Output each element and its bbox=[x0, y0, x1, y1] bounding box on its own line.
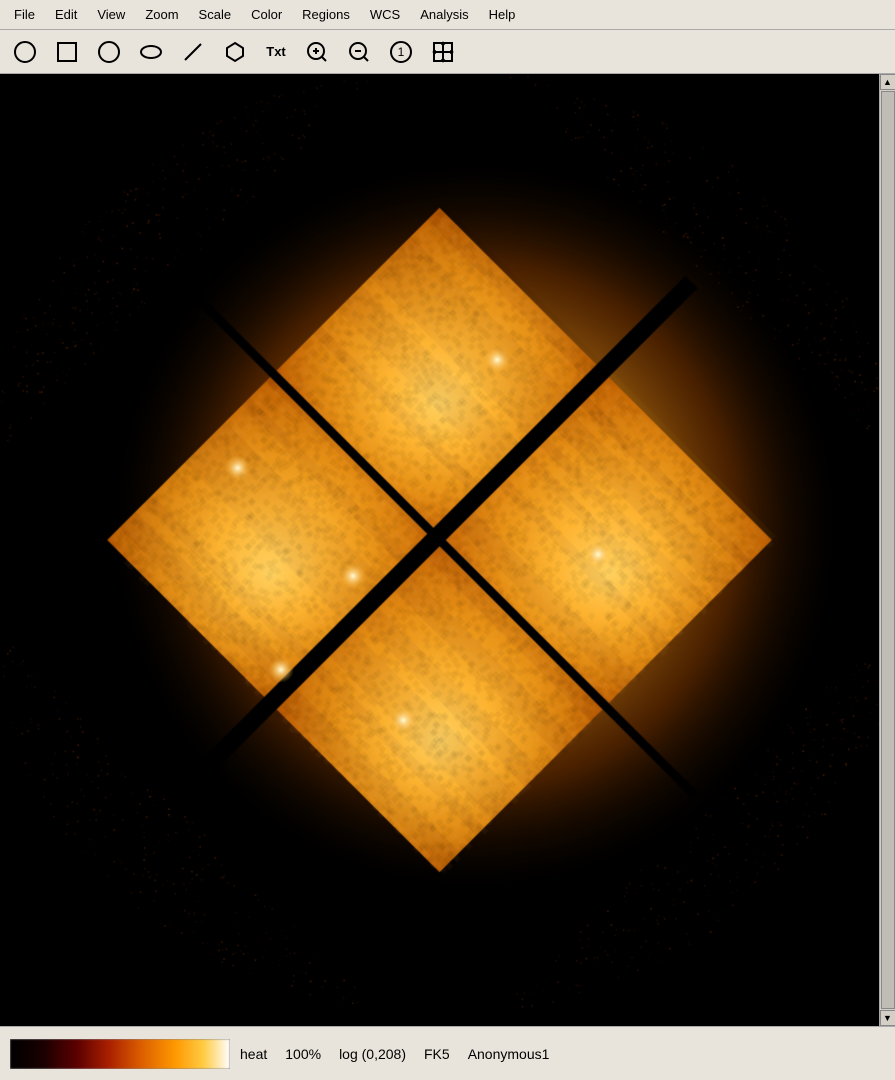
menu-item-view[interactable]: View bbox=[87, 4, 135, 25]
menu-item-color[interactable]: Color bbox=[241, 4, 292, 25]
scroll-up-button[interactable]: ▲ bbox=[880, 74, 895, 90]
image-canvas-container[interactable] bbox=[0, 74, 879, 1026]
colorbar-canvas bbox=[10, 1039, 230, 1069]
scroll-down-button[interactable]: ▼ bbox=[880, 1010, 895, 1026]
filename-label: Anonymous1 bbox=[468, 1046, 550, 1062]
main-area: ▲ ▼ bbox=[0, 74, 895, 1026]
colorbar-container: heat 100% log (0,208) FK5 Anonymous1 bbox=[10, 1039, 885, 1069]
menu-item-zoom[interactable]: Zoom bbox=[135, 4, 188, 25]
polygon-tool[interactable] bbox=[216, 35, 254, 69]
menu-item-edit[interactable]: Edit bbox=[45, 4, 87, 25]
zoom-out-tool[interactable] bbox=[340, 35, 378, 69]
vertical-scrollbar[interactable]: ▲ ▼ bbox=[879, 74, 895, 1026]
menu-item-scale[interactable]: Scale bbox=[189, 4, 242, 25]
status-text: heat 100% log (0,208) FK5 Anonymous1 bbox=[240, 1046, 549, 1062]
line-tool[interactable] bbox=[174, 35, 212, 69]
svg-text:1: 1 bbox=[398, 45, 405, 59]
menu-item-file[interactable]: File bbox=[4, 4, 45, 25]
zoom-reset-tool[interactable]: 1 bbox=[382, 35, 420, 69]
rectangle-tool[interactable] bbox=[48, 35, 86, 69]
menubar: FileEditViewZoomScaleColorRegionsWCSAnal… bbox=[0, 0, 895, 30]
astro-image-canvas bbox=[0, 74, 879, 1026]
menu-item-regions[interactable]: Regions bbox=[292, 4, 360, 25]
scale-label: log (0,208) bbox=[339, 1046, 406, 1062]
pan-tool[interactable] bbox=[424, 35, 462, 69]
colormap-label: heat bbox=[240, 1046, 267, 1062]
menu-item-wcs[interactable]: WCS bbox=[360, 4, 410, 25]
statusbar: heat 100% log (0,208) FK5 Anonymous1 bbox=[0, 1026, 895, 1080]
menu-item-help[interactable]: Help bbox=[479, 4, 526, 25]
menu-item-analysis[interactable]: Analysis bbox=[410, 4, 478, 25]
ellipse-tool[interactable] bbox=[132, 35, 170, 69]
toolbar: Txt 1 bbox=[0, 30, 895, 74]
circle-tool2[interactable] bbox=[90, 35, 128, 69]
zoom-in-tool[interactable] bbox=[298, 35, 336, 69]
wcs-label: FK5 bbox=[424, 1046, 450, 1062]
scroll-track[interactable] bbox=[881, 91, 895, 1009]
circle-tool[interactable] bbox=[6, 35, 44, 69]
text-tool[interactable]: Txt bbox=[258, 35, 294, 69]
zoom-label: 100% bbox=[285, 1046, 321, 1062]
